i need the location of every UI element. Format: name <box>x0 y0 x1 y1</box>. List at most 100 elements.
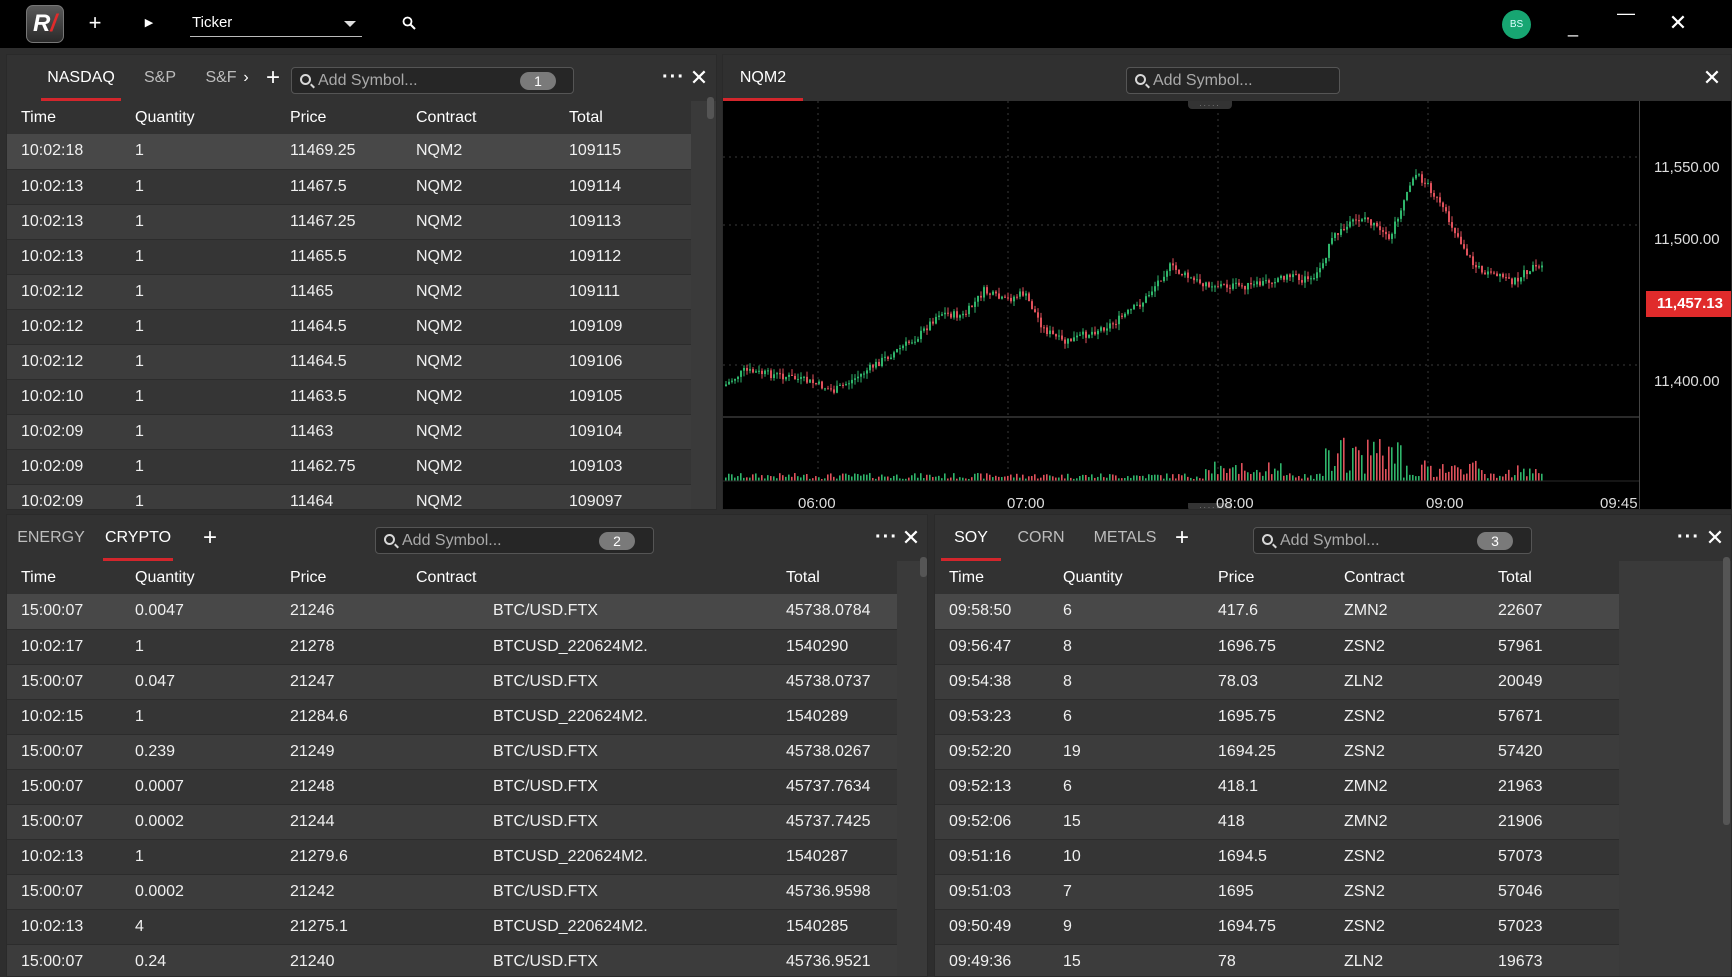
table-row[interactable]: 09:54:38 8 78.03 ZLN2 20049 <box>935 664 1619 700</box>
table-row[interactable]: 09:56:47 8 1696.75 ZSN2 57961 <box>935 629 1619 665</box>
tab-nqm2[interactable]: NQM2 <box>723 55 803 101</box>
close-panel-icon[interactable]: ✕ <box>901 525 921 551</box>
table-row[interactable]: 10:02:13 1 11467.25 NQM2 109113 <box>7 204 691 240</box>
cell-quantity: 1 <box>121 309 276 345</box>
candle-body <box>1145 296 1147 303</box>
candle-body <box>1097 330 1099 335</box>
tab-corn[interactable]: CORN <box>1011 515 1071 561</box>
maximize-icon[interactable]: — <box>1613 0 1639 26</box>
minimize-icon[interactable]: _ <box>1560 14 1586 40</box>
column-header-time[interactable]: Time <box>7 101 121 134</box>
tab-nasdaq[interactable]: NASDAQ <box>41 55 121 101</box>
table-row[interactable]: 15:00:07 0.0002 21244 BTC/USD.FTX 45737.7425 <box>7 804 897 840</box>
table-row[interactable]: 10:02:12 1 11464.5 NQM2 109106 <box>7 344 691 380</box>
price-axis[interactable]: 11,550.00 11,500.00 11,400.00 11,457.13 … <box>1639 101 1731 509</box>
table-row[interactable]: 10:02:17 1 21278 BTCUSD_220624M2. 1540290 <box>7 629 897 665</box>
column-header-quantity[interactable]: Quantity <box>121 561 276 594</box>
table-row[interactable]: 10:02:12 1 11464.5 NQM2 109109 <box>7 309 691 345</box>
column-header-contract[interactable]: Contract <box>402 561 772 594</box>
cell-total: 45736.9598 <box>772 874 897 910</box>
tab-energy[interactable]: ENERGY <box>17 515 85 561</box>
table-row[interactable]: 10:02:10 1 11463.5 NQM2 109105 <box>7 379 691 415</box>
column-header-time[interactable]: Time <box>935 561 1049 594</box>
table-row[interactable]: 15:00:07 0.0047 21246 BTC/USD.FTX 45738.0784 <box>7 594 897 630</box>
table-row[interactable]: 09:50:49 9 1694.75 ZSN2 57023 <box>935 909 1619 945</box>
table-row[interactable]: 10:02:13 4 21275.1 BTCUSD_220624M2. 1540285 <box>7 909 897 945</box>
volume-bar <box>971 477 973 481</box>
add-tab-button[interactable]: + <box>1172 525 1192 551</box>
candle-body <box>758 370 760 372</box>
tab-crypto[interactable]: CRYPTO <box>103 515 173 561</box>
table-row[interactable]: 10:02:12 1 11465 NQM2 109111 <box>7 274 691 310</box>
table-row[interactable]: 09:58:50 6 417.6 ZMN2 22607 <box>935 594 1619 630</box>
table-row[interactable]: 15:00:07 0.047 21247 BTC/USD.FTX 45738.0737 <box>7 664 897 700</box>
close-panel-icon[interactable]: ✕ <box>689 65 709 91</box>
table-row[interactable]: 10:02:09 1 11464 NQM2 109097 <box>7 484 691 509</box>
candlestick-chart[interactable] <box>723 101 1639 510</box>
column-header-quantity[interactable]: Quantity <box>1049 561 1204 594</box>
table-row[interactable]: 10:02:09 1 11462.75 NQM2 109103 <box>7 449 691 485</box>
table-row[interactable]: 10:02:09 1 11463 NQM2 109104 <box>7 414 691 450</box>
column-header-total[interactable]: Total <box>1484 561 1619 594</box>
tab-sp[interactable]: S&P <box>139 55 181 101</box>
plus-icon[interactable]: + <box>82 10 108 36</box>
table-row[interactable]: 09:51:16 10 1694.5 ZSN2 57073 <box>935 839 1619 875</box>
add-symbol-input[interactable]: Add Symbol... 2 <box>375 527 654 554</box>
column-header-price[interactable]: Price <box>276 561 402 594</box>
table-row[interactable]: 09:52:20 19 1694.25 ZSN2 57420 <box>935 734 1619 770</box>
play-icon[interactable]: ▶ <box>136 10 162 36</box>
table-row[interactable]: 09:51:03 7 1695 ZSN2 57046 <box>935 874 1619 910</box>
column-header-time[interactable]: Time <box>7 561 121 594</box>
candle-body <box>884 356 886 358</box>
table-row[interactable]: 10:02:13 1 11467.5 NQM2 109114 <box>7 169 691 205</box>
volume-bar <box>1508 469 1510 481</box>
column-header-price[interactable]: Price <box>1204 561 1330 594</box>
table-row[interactable]: 10:02:13 1 21279.6 BTCUSD_220624M2. 1540287 <box>7 839 897 875</box>
more-options-icon[interactable]: ··· <box>875 523 898 551</box>
add-symbol-input[interactable]: Add Symbol... <box>1126 67 1340 94</box>
close-panel-icon[interactable]: ✕ <box>1702 65 1722 91</box>
more-options-icon[interactable]: ··· <box>662 63 685 91</box>
cell-total: 57961 <box>1484 629 1619 665</box>
table-row[interactable]: 09:52:06 15 418 ZMN2 21906 <box>935 804 1619 840</box>
table-row[interactable]: 15:00:07 0.239 21249 BTC/USD.FTX 45738.0267 <box>7 734 897 770</box>
search-icon[interactable] <box>396 10 422 36</box>
scrollbar[interactable] <box>920 557 927 577</box>
table-row[interactable]: 09:52:13 6 418.1 ZMN2 21963 <box>935 769 1619 805</box>
column-header-total[interactable]: Total <box>772 561 897 594</box>
table-row[interactable]: 10:02:18 1 11469.25 NQM2 109115 <box>7 134 691 170</box>
tab-soy[interactable]: SOY <box>941 515 1001 561</box>
app-logo[interactable]: R/ <box>26 5 64 43</box>
table-row[interactable]: 15:00:07 0.24 21240 BTC/USD.FTX 45736.9521 <box>7 944 897 976</box>
candle-body <box>1055 334 1057 337</box>
ticker-select[interactable]: Ticker <box>190 10 362 37</box>
chart-resize-handle[interactable]: ..... <box>1188 100 1232 109</box>
table-row[interactable]: 15:00:07 0.0002 21242 BTC/USD.FTX 45736.9598 <box>7 874 897 910</box>
close-icon[interactable]: ✕ <box>1665 10 1691 36</box>
column-header-contract[interactable]: Contract <box>1330 561 1484 594</box>
tab-sf[interactable]: S&F <box>201 55 241 101</box>
column-header-total[interactable]: Total <box>555 101 691 134</box>
column-header-quantity[interactable]: Quantity <box>121 101 276 134</box>
close-panel-icon[interactable]: ✕ <box>1705 525 1725 551</box>
add-tab-button[interactable]: + <box>200 525 220 551</box>
table-row[interactable]: 09:49:36 15 78 ZLN2 19673 <box>935 944 1619 976</box>
add-tab-button[interactable]: + <box>263 65 283 91</box>
scrollbar[interactable] <box>707 97 714 119</box>
more-options-icon[interactable]: ··· <box>1677 523 1700 551</box>
candle-body <box>1520 277 1522 282</box>
tab-metals[interactable]: METALS <box>1085 515 1165 561</box>
table-row[interactable]: 10:02:13 1 11465.5 NQM2 109112 <box>7 239 691 275</box>
table-row[interactable]: 10:02:15 1 21284.6 BTCUSD_220624M2. 1540289 <box>7 699 897 735</box>
price-chart[interactable] <box>723 101 1639 510</box>
column-header-contract[interactable]: Contract <box>402 101 555 134</box>
chevron-right-icon[interactable]: › <box>239 55 253 101</box>
candle-body <box>1304 276 1306 283</box>
scrollbar[interactable] <box>1723 557 1730 825</box>
add-symbol-input[interactable]: Add Symbol... 3 <box>1253 527 1532 554</box>
table-row[interactable]: 15:00:07 0.0007 21248 BTC/USD.FTX 45737.7634 <box>7 769 897 805</box>
add-symbol-input[interactable]: Add Symbol... 1 <box>291 67 574 94</box>
avatar[interactable]: BS <box>1502 10 1531 39</box>
table-row[interactable]: 09:53:23 6 1695.75 ZSN2 57671 <box>935 699 1619 735</box>
column-header-price[interactable]: Price <box>276 101 402 134</box>
